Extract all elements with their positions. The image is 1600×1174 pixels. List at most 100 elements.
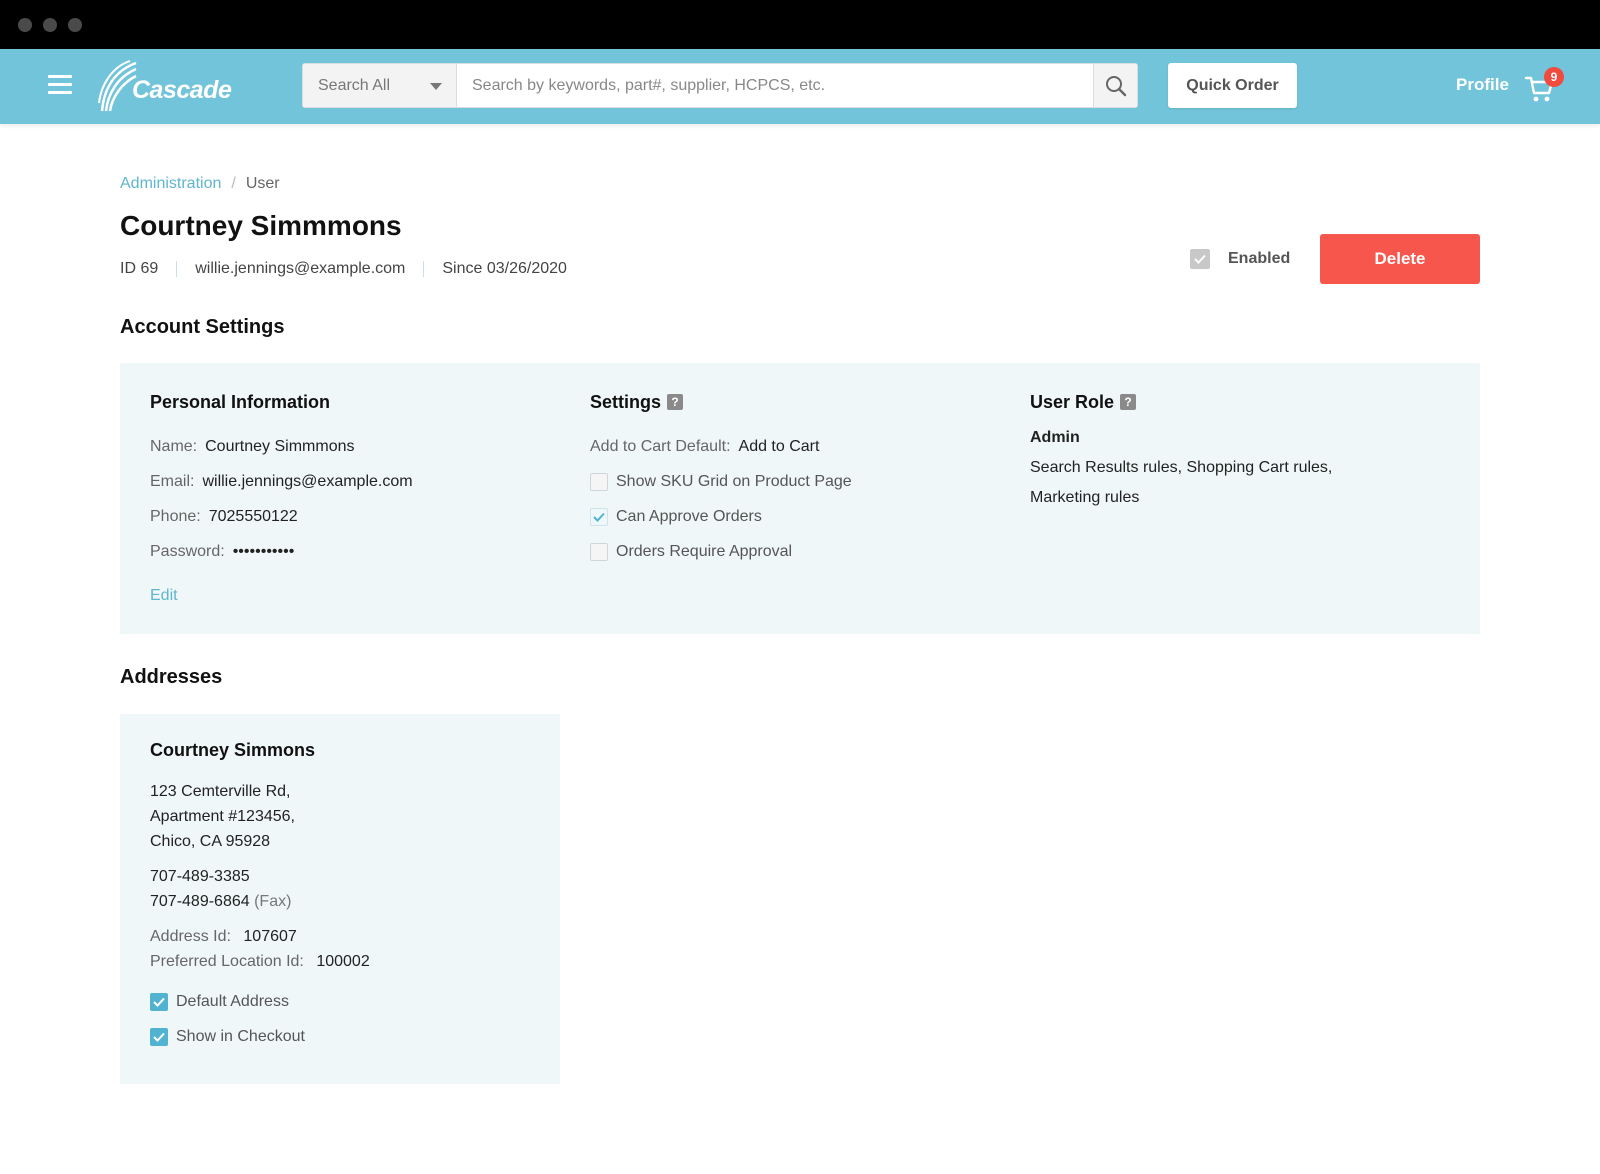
breadcrumb: Administration / User bbox=[120, 175, 280, 193]
add-to-cart-default-label: Add to Cart Default: bbox=[590, 437, 731, 455]
name-value: Courtney Simmmons bbox=[205, 437, 355, 455]
user-id: ID 69 bbox=[120, 260, 159, 277]
user-role-column: User Role ? Admin Search Results rules, … bbox=[1030, 389, 1350, 513]
address-fax-row: 707-489-6864 (Fax) bbox=[150, 889, 370, 914]
addresses-heading: Addresses bbox=[120, 666, 223, 688]
require-approval-label: Orders Require Approval bbox=[616, 542, 793, 560]
profile-link[interactable]: Profile bbox=[1456, 75, 1509, 95]
sku-grid-checkbox[interactable] bbox=[590, 472, 608, 491]
name-label: Name: bbox=[150, 437, 198, 455]
phone-value: 7025550122 bbox=[208, 507, 298, 525]
password-label: Password: bbox=[150, 542, 225, 560]
account-settings-heading: Account Settings bbox=[120, 316, 285, 338]
address-id-value: 107607 bbox=[243, 928, 297, 945]
role-description-line: Marketing rules bbox=[1030, 489, 1140, 506]
add-to-cart-default-row: Add to Cart Default: Add to Cart bbox=[590, 429, 852, 464]
enabled-checkbox[interactable] bbox=[1190, 249, 1210, 269]
site-header: Cascade Search All Quick Order Profile 9 bbox=[0, 49, 1600, 124]
approve-orders-checkbox[interactable] bbox=[590, 507, 608, 526]
search-category-label: Search All bbox=[318, 76, 391, 94]
settings-title: Settings ? bbox=[590, 389, 852, 415]
meta-divider bbox=[176, 261, 178, 277]
require-approval-checkbox[interactable] bbox=[590, 542, 608, 561]
password-value: ••••••••••• bbox=[232, 542, 295, 560]
role-description: Search Results rules, Shopping Cart rule… bbox=[1030, 453, 1350, 513]
address-line: Chico, CA 95928 bbox=[150, 833, 271, 850]
user-role-title-text: User Role bbox=[1030, 391, 1115, 412]
logo-text: Cascade bbox=[132, 75, 232, 104]
phone-label: Phone: bbox=[150, 507, 201, 525]
window-maximize-dot[interactable] bbox=[68, 18, 82, 32]
default-address-label: Default Address bbox=[176, 992, 289, 1010]
default-address-option[interactable]: Default Address bbox=[150, 984, 370, 1019]
role-description-line: Search Results rules, Shopping Cart rule… bbox=[1030, 459, 1333, 476]
enabled-label: Enabled bbox=[1228, 250, 1291, 267]
page-title: Courtney Simmmons bbox=[120, 210, 402, 241]
check-icon bbox=[153, 1032, 165, 1042]
account-settings-panel: Personal Information Name: Courtney Simm… bbox=[120, 363, 1480, 634]
cart-count-badge: 9 bbox=[1544, 67, 1564, 87]
preferred-location-label: Preferred Location Id: bbox=[150, 953, 304, 970]
address-fax: 707-489-6864 bbox=[150, 893, 250, 910]
search-icon bbox=[1105, 75, 1126, 96]
check-icon bbox=[593, 512, 605, 522]
email-value: willie.jennings@example.com bbox=[202, 472, 413, 490]
window-titlebar bbox=[0, 0, 1600, 49]
password-row: Password: ••••••••••• bbox=[150, 534, 413, 569]
role-name: Admin bbox=[1030, 429, 1080, 446]
setting-option-require-approval[interactable]: Orders Require Approval bbox=[590, 534, 852, 569]
user-email: willie.jennings@example.com bbox=[195, 260, 406, 277]
settings-column: Settings ? Add to Cart Default: Add to C… bbox=[590, 389, 852, 569]
phone-row: Phone: 7025550122 bbox=[150, 499, 413, 534]
address-name: Courtney Simmons bbox=[150, 740, 316, 760]
search-bar: Search All bbox=[302, 63, 1138, 108]
preferred-location-row: Preferred Location Id: 100002 bbox=[150, 949, 370, 974]
email-label: Email: bbox=[150, 472, 195, 490]
delete-button[interactable]: Delete bbox=[1320, 234, 1480, 284]
user-meta: ID 69 willie.jennings@example.com Since … bbox=[120, 260, 567, 278]
setting-option-approve-orders[interactable]: Can Approve Orders bbox=[590, 499, 852, 534]
email-row: Email: willie.jennings@example.com bbox=[150, 464, 413, 499]
address-fax-suffix: (Fax) bbox=[254, 893, 292, 910]
chevron-down-icon bbox=[430, 83, 442, 90]
address-line: Apartment #123456, bbox=[150, 808, 295, 825]
personal-info-column: Personal Information Name: Courtney Simm… bbox=[150, 389, 413, 605]
address-id-label: Address Id: bbox=[150, 928, 231, 945]
address-card-content: Courtney Simmons 123 Cemterville Rd, Apa… bbox=[150, 740, 370, 1054]
window-close-dot[interactable] bbox=[18, 18, 32, 32]
address-line: 123 Cemterville Rd, bbox=[150, 783, 291, 800]
edit-link[interactable]: Edit bbox=[150, 587, 178, 604]
settings-title-text: Settings bbox=[590, 391, 662, 412]
address-card: Courtney Simmons 123 Cemterville Rd, Apa… bbox=[120, 714, 560, 1084]
search-input[interactable] bbox=[457, 64, 1093, 107]
logo[interactable]: Cascade bbox=[96, 59, 232, 113]
cart-button[interactable]: 9 bbox=[1524, 67, 1564, 103]
search-button[interactable] bbox=[1093, 64, 1137, 107]
help-icon[interactable]: ? bbox=[667, 394, 684, 410]
show-in-checkout-checkbox[interactable] bbox=[150, 1027, 168, 1046]
window-minimize-dot[interactable] bbox=[43, 18, 57, 32]
enabled-toggle[interactable]: Enabled bbox=[1190, 249, 1290, 269]
address-phone: 707-489-3385 bbox=[150, 868, 250, 885]
menu-icon[interactable] bbox=[48, 75, 74, 95]
name-row: Name: Courtney Simmmons bbox=[150, 429, 413, 464]
breadcrumb-current: User bbox=[245, 175, 280, 192]
show-in-checkout-option[interactable]: Show in Checkout bbox=[150, 1019, 370, 1054]
check-icon bbox=[153, 997, 165, 1007]
address-id-row: Address Id: 107607 bbox=[150, 924, 370, 949]
meta-divider bbox=[423, 261, 425, 277]
personal-info-title: Personal Information bbox=[150, 391, 331, 412]
check-icon bbox=[1194, 254, 1206, 264]
search-category-select[interactable]: Search All bbox=[303, 64, 457, 107]
show-in-checkout-label: Show in Checkout bbox=[176, 1027, 305, 1045]
preferred-location-value: 100002 bbox=[316, 953, 370, 970]
approve-orders-label: Can Approve Orders bbox=[616, 507, 762, 525]
help-icon[interactable]: ? bbox=[1120, 394, 1137, 410]
setting-option-sku-grid[interactable]: Show SKU Grid on Product Page bbox=[590, 464, 852, 499]
default-address-checkbox[interactable] bbox=[150, 992, 168, 1011]
breadcrumb-administration-link[interactable]: Administration bbox=[120, 175, 221, 193]
quick-order-button[interactable]: Quick Order bbox=[1168, 63, 1297, 108]
breadcrumb-separator: / bbox=[231, 175, 236, 192]
user-since: Since 03/26/2020 bbox=[442, 260, 567, 277]
sku-grid-label: Show SKU Grid on Product Page bbox=[616, 472, 852, 490]
